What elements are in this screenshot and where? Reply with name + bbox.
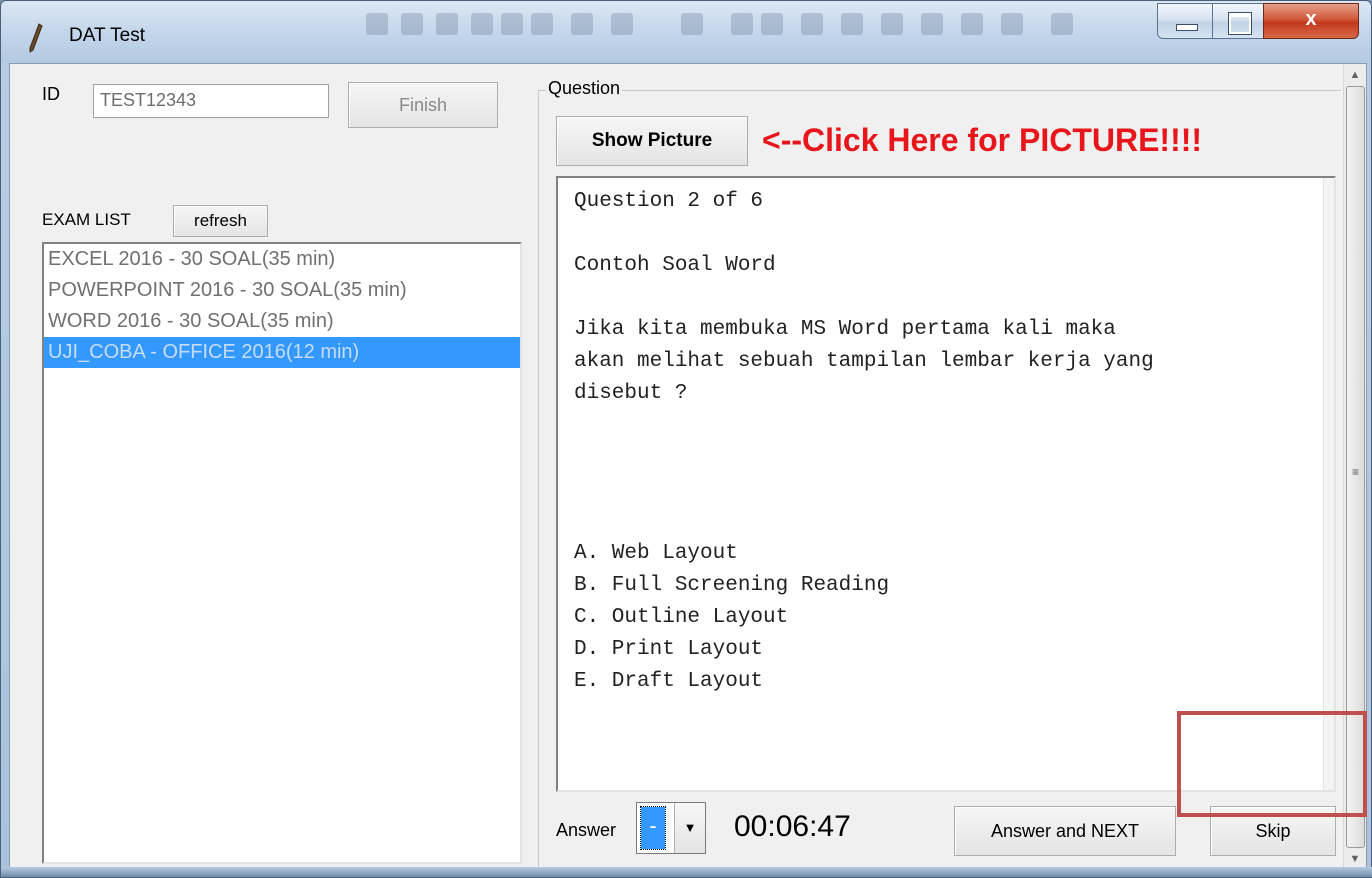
skip-highlight-annotation: [1177, 711, 1367, 817]
id-label: ID: [42, 84, 60, 104]
chevron-down-icon[interactable]: ▼: [674, 803, 705, 853]
window-title: DAT Test: [69, 25, 146, 46]
window-bottom-border: [1, 867, 1372, 877]
app-window: DAT Test x ID TEST12343 Finish EXAM LIST…: [0, 0, 1372, 878]
answer-selected-value: -: [640, 806, 666, 850]
background-toolbar: [201, 5, 1141, 45]
answer-and-next-button[interactable]: Answer and NEXT: [954, 806, 1176, 856]
minimize-button[interactable]: [1157, 3, 1213, 39]
answer-dropdown[interactable]: - ▼: [636, 802, 706, 854]
close-button[interactable]: x: [1263, 3, 1359, 39]
title-bar[interactable]: DAT Test x: [1, 1, 1371, 63]
pen-icon: [29, 23, 43, 53]
question-scrollbar[interactable]: [1323, 178, 1334, 790]
refresh-button[interactable]: refresh: [173, 205, 268, 237]
exam-list[interactable]: EXCEL 2016 - 30 SOAL(35 min) POWERPOINT …: [42, 242, 522, 864]
close-icon: x: [1305, 8, 1317, 30]
question-text: Question 2 of 6 Contoh Soal Word Jika ki…: [574, 190, 1154, 693]
exam-list-item[interactable]: POWERPOINT 2016 - 30 SOAL(35 min): [44, 275, 520, 306]
exam-list-label: EXAM LIST: [42, 210, 131, 229]
minimize-icon: [1176, 24, 1198, 31]
question-group-label: Question: [546, 78, 623, 99]
picture-hint-text: <--Click Here for PICTURE!!!!: [762, 122, 1203, 158]
caption-buttons: x: [1157, 3, 1365, 41]
maximize-icon: [1228, 12, 1252, 35]
countdown-timer: 00:06:47: [734, 810, 851, 843]
finish-button[interactable]: Finish: [348, 82, 498, 128]
exam-list-item[interactable]: WORD 2016 - 30 SOAL(35 min): [44, 306, 520, 337]
exam-list-item-selected[interactable]: UJI_COBA - OFFICE 2016(12 min): [44, 337, 520, 368]
exam-list-item[interactable]: EXCEL 2016 - 30 SOAL(35 min): [44, 244, 520, 275]
grip-icon: ≡: [1352, 465, 1360, 479]
maximize-button[interactable]: [1212, 3, 1264, 39]
chevron-up-icon[interactable]: ▲: [1344, 64, 1366, 86]
answer-label: Answer: [556, 820, 617, 840]
show-picture-button[interactable]: Show Picture: [556, 116, 748, 166]
question-textbox[interactable]: Question 2 of 6 Contoh Soal Word Jika ki…: [556, 176, 1336, 792]
client-area: ID TEST12343 Finish EXAM LIST refresh EX…: [9, 63, 1367, 871]
id-field[interactable]: TEST12343: [93, 84, 329, 118]
